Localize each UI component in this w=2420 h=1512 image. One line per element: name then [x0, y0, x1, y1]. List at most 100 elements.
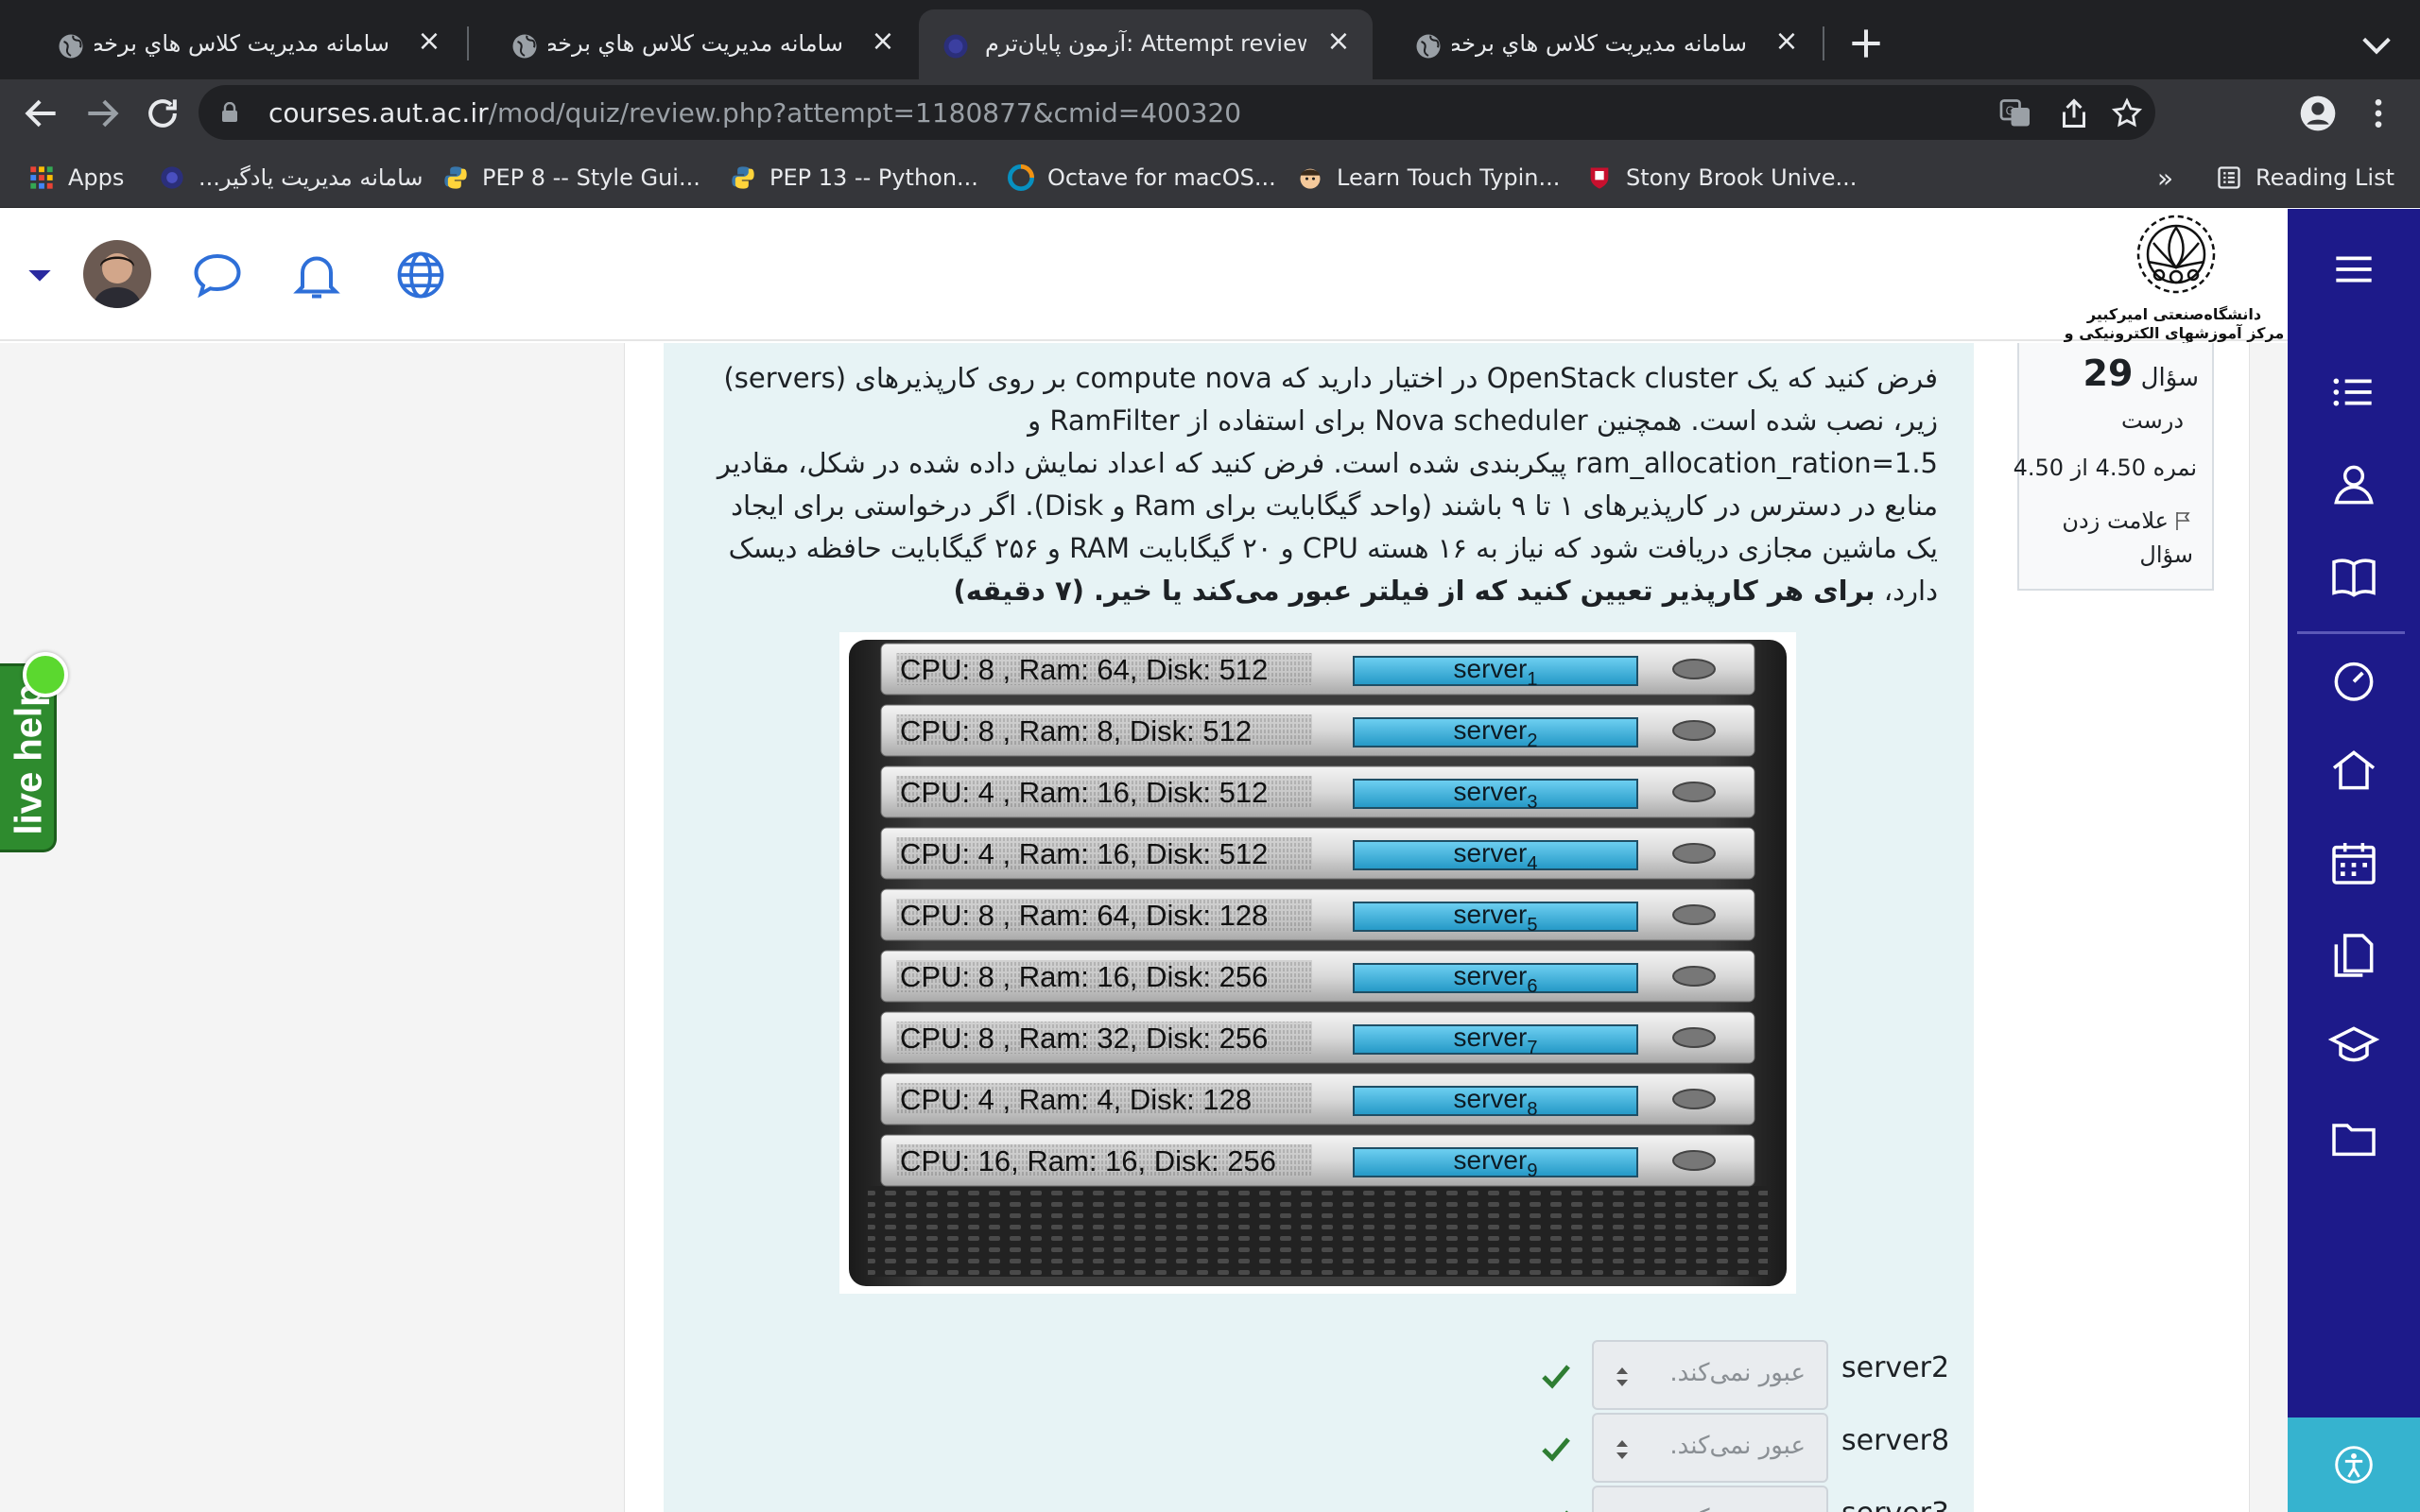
accessibility-icon [2335, 1446, 2373, 1484]
reading-list-button[interactable]: Reading List [2216, 161, 2394, 195]
drawer-divider [2297, 631, 2405, 634]
question-label: سؤال [2140, 364, 2199, 392]
answer-label: server3 [1841, 1497, 1949, 1512]
server-spec-label: CPU: 4 , Ram: 16, Disk: 512 [900, 776, 1268, 809]
tab-separator [467, 26, 469, 60]
python-icon [732, 166, 754, 189]
kebab-menu-icon[interactable] [2360, 94, 2397, 132]
server-unit: CPU: 8 , Ram: 64, Disk: 512 server1 [880, 643, 1755, 696]
server-unit: CPU: 16, Ram: 16, Disk: 256 server9 [880, 1134, 1755, 1187]
bookmark-label: Octave for macOS... [1047, 164, 1276, 191]
server-index-subscript: 3 [1527, 792, 1537, 813]
browser-toolbar: courses.aut.ac.ir/mod/quiz/review.php?at… [0, 79, 2420, 147]
bookmark-stonybrook[interactable]: Stony Brook Unive... [1586, 161, 1857, 195]
server-power-knob [1672, 782, 1716, 802]
message-bubble-icon[interactable] [189, 247, 246, 303]
server-spec-label: CPU: 16, Ram: 16, Disk: 256 [900, 1144, 1276, 1177]
profile-icon[interactable] [2299, 94, 2337, 132]
url-text[interactable]: courses.aut.ac.ir/mod/quiz/review.php?at… [268, 97, 1241, 129]
close-tab-icon[interactable]: × [412, 25, 446, 59]
bookmark-pep8[interactable]: PEP 8 -- Style Gui... [442, 161, 700, 195]
participants-icon[interactable] [2327, 458, 2380, 511]
octave-icon [1008, 164, 1034, 191]
browser-tab[interactable]: سامانه مدیریت کلاس هاي برخط دانشگاه × [1376, 9, 1821, 79]
reload-icon[interactable] [142, 93, 183, 134]
answer-select[interactable]: عبور نمی‌کند. [1592, 1340, 1828, 1410]
server-spec-label: CPU: 8 , Ram: 8, Disk: 512 [900, 714, 1252, 747]
bookmark-star-icon[interactable] [2110, 96, 2144, 130]
answer-select[interactable]: عبور نمی‌کند. [1592, 1486, 1828, 1512]
server-index-subscript: 8 [1527, 1099, 1537, 1120]
question-text-body: فرض کنید که یک OpenStack cluster در اختی… [717, 362, 1938, 607]
chevron-down-icon[interactable] [2358, 32, 2395, 59]
home-icon[interactable] [2327, 744, 2380, 797]
server-spec-label: CPU: 8 , Ram: 64, Disk: 128 [900, 899, 1268, 932]
folder-icon[interactable] [2327, 1112, 2380, 1165]
server-spec-label: CPU: 8 , Ram: 16, Disk: 256 [900, 960, 1268, 993]
server-power-knob [1672, 843, 1716, 864]
bookmark-moodle[interactable]: سامانه مدیریت یادگیر... [159, 161, 424, 195]
user-avatar[interactable] [83, 240, 151, 308]
question-info-panel: سؤال 29 درست نمره 4.50 از 4.50 علامت زدن… [2013, 343, 2214, 591]
reading-list-icon [2218, 166, 2240, 189]
forward-arrow-icon[interactable] [81, 93, 123, 134]
moodle-icon [161, 166, 183, 189]
question-grade: نمره 4.50 از 4.50 [2013, 455, 2197, 481]
server-power-knob [1672, 1027, 1716, 1048]
typing-icon [1300, 168, 1321, 189]
graduation-cap-icon[interactable] [2327, 1020, 2380, 1073]
close-tab-icon[interactable]: × [1770, 25, 1804, 59]
server-index-subscript: 1 [1527, 669, 1537, 690]
lock-icon[interactable] [221, 102, 238, 123]
language-globe-icon[interactable] [392, 247, 449, 303]
accessibility-button[interactable] [2288, 1418, 2420, 1512]
book-icon[interactable] [2327, 551, 2380, 604]
back-arrow-icon[interactable] [21, 93, 62, 134]
files-icon[interactable] [2327, 929, 2380, 982]
server-unit: CPU: 8 , Ram: 8, Disk: 512 server2 [880, 704, 1755, 757]
bookmark-apps[interactable]: Apps [28, 161, 124, 195]
server-spec-label: CPU: 4 , Ram: 4, Disk: 128 [900, 1083, 1252, 1116]
select-arrows-icon [1616, 1440, 1628, 1459]
bell-icon[interactable] [288, 247, 345, 303]
browser-tab[interactable]: سامانه مدیریت کلاس هاي برخط دانشگاه × [19, 9, 463, 79]
browser-tab[interactable]: سامانه مدیریت کلاس هاي برخط دانشگاه × [473, 9, 917, 79]
reading-list-label: Reading List [2256, 164, 2394, 191]
close-tab-icon[interactable]: × [1322, 25, 1356, 59]
share-icon[interactable] [2057, 96, 2091, 130]
shield-icon [1590, 167, 1609, 189]
answer-select-value: عبور نمی‌کند. [1669, 1359, 1806, 1387]
hamburger-menu-icon[interactable] [2327, 243, 2380, 296]
server-rack-figure: CPU: 8 , Ram: 64, Disk: 512 server1 CPU: 8… [849, 640, 1787, 1286]
address-bar[interactable]: courses.aut.ac.ir/mod/quiz/review.php?at… [199, 85, 2155, 140]
bookmark-pep13[interactable]: PEP 13 -- Python... [730, 161, 978, 195]
list-icon[interactable] [2327, 366, 2380, 419]
bookmark-typing[interactable]: Learn Touch Typin... [1297, 161, 1560, 195]
bookmarks-bar: Apps سامانه مدیریت یادگیر... PEP 8 -- St… [0, 147, 2420, 208]
tab-separator [1823, 26, 1824, 60]
moodle-favicon-icon [943, 34, 968, 59]
question-text-emphasis: برای هر کارپذیر تعیین کنید که از فیلتر ع… [953, 575, 1876, 607]
server-unit: CPU: 8 , Ram: 16, Disk: 256 server6 [880, 950, 1755, 1003]
calendar-icon[interactable] [2327, 836, 2380, 889]
dashboard-gauge-icon[interactable] [2327, 653, 2380, 706]
bookmarks-overflow-button[interactable]: » [2157, 161, 2173, 195]
server-unit: CPU: 8 , Ram: 32, Disk: 256 server7 [880, 1011, 1755, 1064]
bookmark-label: PEP 8 -- Style Gui... [482, 164, 700, 191]
translate-icon[interactable]: G [1998, 96, 2032, 130]
server-unit: CPU: 4 , Ram: 16, Disk: 512 server4 [880, 827, 1755, 880]
overflow-label: » [2157, 162, 2174, 194]
new-tab-plus-icon[interactable] [1845, 23, 1887, 64]
answer-select[interactable]: عبور نمی‌کند. [1592, 1413, 1828, 1483]
flag-question-link[interactable]: علامت زدن سؤال [2032, 504, 2193, 572]
bookmark-octave[interactable]: Octave for macOS... [1008, 161, 1276, 195]
server-index-subscript: 5 [1527, 915, 1537, 936]
server-power-knob [1672, 966, 1716, 987]
answer-row-server8: عبور نمی‌کند. server8 [1541, 1413, 2127, 1483]
close-tab-icon[interactable]: × [866, 25, 900, 59]
bookmark-label: Apps [68, 164, 125, 191]
select-arrows-icon [1616, 1367, 1628, 1386]
browser-tab-active[interactable]: آزمون پایان‌ترم: Attempt review × [919, 9, 1373, 79]
caret-down-icon[interactable] [21, 256, 59, 294]
server-index-subscript: 9 [1527, 1160, 1537, 1181]
